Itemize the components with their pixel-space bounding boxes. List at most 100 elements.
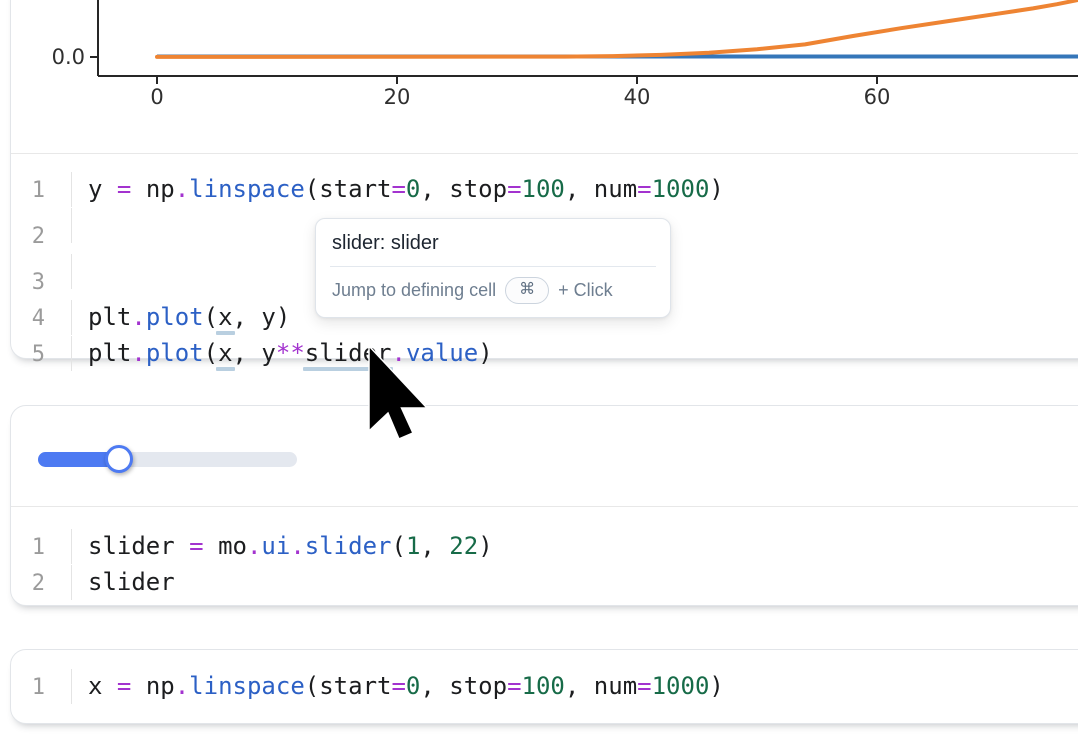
code-token: ): [478, 532, 492, 560]
code-token: start: [319, 672, 391, 700]
code-token: =: [391, 175, 405, 203]
code-token: ,: [420, 672, 449, 700]
code-token: ): [709, 175, 723, 203]
line-number: 2: [11, 219, 71, 254]
code-token: np: [146, 672, 175, 700]
code-token: num: [594, 672, 637, 700]
code-token: 1000: [652, 175, 710, 203]
code-token: =: [637, 175, 651, 203]
code-token: ,: [565, 672, 594, 700]
code-token: ,: [565, 175, 594, 203]
code-token: [204, 532, 218, 560]
reference-token-x[interactable]: x: [218, 339, 232, 367]
code-editor-x[interactable]: 1x = np.linspace(start=0, stop=100, num=…: [11, 650, 1078, 721]
code-token: =: [117, 175, 131, 203]
code-token: plt: [88, 303, 131, 331]
line-number: 4: [11, 301, 71, 336]
code-token: 22: [449, 532, 478, 560]
code-token: y: [261, 339, 275, 367]
code-token: .: [175, 175, 189, 203]
code-token: 0: [406, 175, 420, 203]
cell-x: 1x = np.linspace(start=0, stop=100, num=…: [10, 649, 1078, 724]
code-editor-slider[interactable]: 1slider = mo.ui.slider(1, 22)2 slider: [11, 507, 1078, 606]
line-number: 1: [11, 530, 71, 565]
code-token: .: [247, 532, 261, 560]
code-token: ): [478, 339, 492, 367]
code-token: =: [189, 532, 203, 560]
cell-slider: 1slider = mo.ui.slider(1, 22)2 slider: [10, 405, 1078, 606]
code-line[interactable]: 5plt.plot(x, y**slider.value): [11, 336, 1078, 372]
code-token: plt: [88, 339, 131, 367]
code-line[interactable]: 1y = np.linspace(start=0, stop=100, num=…: [11, 172, 1078, 208]
line-number: 1: [11, 173, 71, 208]
code-token: (: [204, 303, 218, 331]
code-token: .: [131, 303, 145, 331]
svg-text:60: 60: [864, 85, 891, 109]
code-token: ,: [233, 339, 262, 367]
code-token: .: [290, 532, 304, 560]
code-token: np: [146, 175, 175, 203]
code-token: .: [131, 339, 145, 367]
code-content[interactable]: slider: [71, 565, 1078, 600]
code-token: stop: [449, 672, 507, 700]
code-token: 100: [522, 672, 565, 700]
mouse-cursor: [368, 345, 430, 442]
code-content[interactable]: y = np.linspace(start=0, stop=100, num=1…: [71, 172, 1078, 207]
line-number: 5: [11, 337, 71, 372]
reference-token-x[interactable]: x: [218, 303, 232, 331]
code-token: [175, 532, 189, 560]
code-token: ): [276, 303, 290, 331]
code-token: ): [709, 672, 723, 700]
code-token: y: [261, 303, 275, 331]
code-line[interactable]: 1x = np.linspace(start=0, stop=100, num=…: [11, 669, 1078, 705]
code-token: ,: [233, 303, 262, 331]
code-token: .: [175, 672, 189, 700]
line-number: 1: [11, 670, 71, 705]
code-content[interactable]: x = np.linspace(start=0, stop=100, num=1…: [71, 669, 1078, 704]
code-token: start: [319, 175, 391, 203]
tooltip-action-label: Jump to defining cell: [332, 280, 496, 301]
code-token: ,: [420, 175, 449, 203]
variable-tooltip: slider: slider Jump to defining cell ⌘ +…: [315, 218, 671, 318]
code-token: =: [507, 672, 521, 700]
code-content[interactable]: plt.plot(x, y**slider.value): [71, 336, 1078, 371]
code-token: [131, 672, 145, 700]
command-key-badge: ⌘: [505, 277, 549, 304]
code-token: 100: [522, 175, 565, 203]
code-line[interactable]: 2 slider: [11, 565, 1078, 601]
code-token: mo: [218, 532, 247, 560]
code-token: (: [391, 532, 405, 560]
tooltip-click-hint: + Click: [558, 280, 613, 301]
slider-track[interactable]: [38, 452, 297, 467]
code-token: x: [88, 672, 102, 700]
line-number: 2: [11, 566, 71, 601]
code-token: linspace: [189, 672, 305, 700]
tooltip-title: slider: slider: [332, 232, 654, 255]
code-token: (: [305, 672, 319, 700]
plot-output: 0.00204060: [11, 0, 1078, 153]
svg-text:0.0: 0.0: [52, 45, 85, 69]
line-number: 3: [11, 265, 71, 300]
marimo-notebook: 0.00204060 1y = np.linspace(start=0, sto…: [0, 0, 1078, 746]
code-token: 1000: [652, 672, 710, 700]
code-token: plot: [146, 339, 204, 367]
code-content[interactable]: slider = mo.ui.slider(1, 22): [71, 529, 1078, 564]
svg-text:40: 40: [624, 85, 651, 109]
code-token: **: [276, 339, 305, 367]
code-token: =: [117, 672, 131, 700]
tooltip-divider: [330, 266, 656, 267]
code-line[interactable]: 1slider = mo.ui.slider(1, 22): [11, 529, 1078, 565]
code-token: =: [507, 175, 521, 203]
code-token: ui: [261, 532, 290, 560]
slider-thumb[interactable]: [105, 445, 133, 473]
code-token: ,: [420, 532, 449, 560]
code-token: 1: [406, 532, 420, 560]
code-token: y: [88, 175, 102, 203]
code-token: linspace: [189, 175, 305, 203]
code-token: slider: [305, 532, 392, 560]
code-token: [102, 175, 116, 203]
code-token: slider: [88, 568, 175, 596]
code-token: 0: [406, 672, 420, 700]
code-token: plot: [146, 303, 204, 331]
svg-text:0: 0: [150, 85, 163, 109]
